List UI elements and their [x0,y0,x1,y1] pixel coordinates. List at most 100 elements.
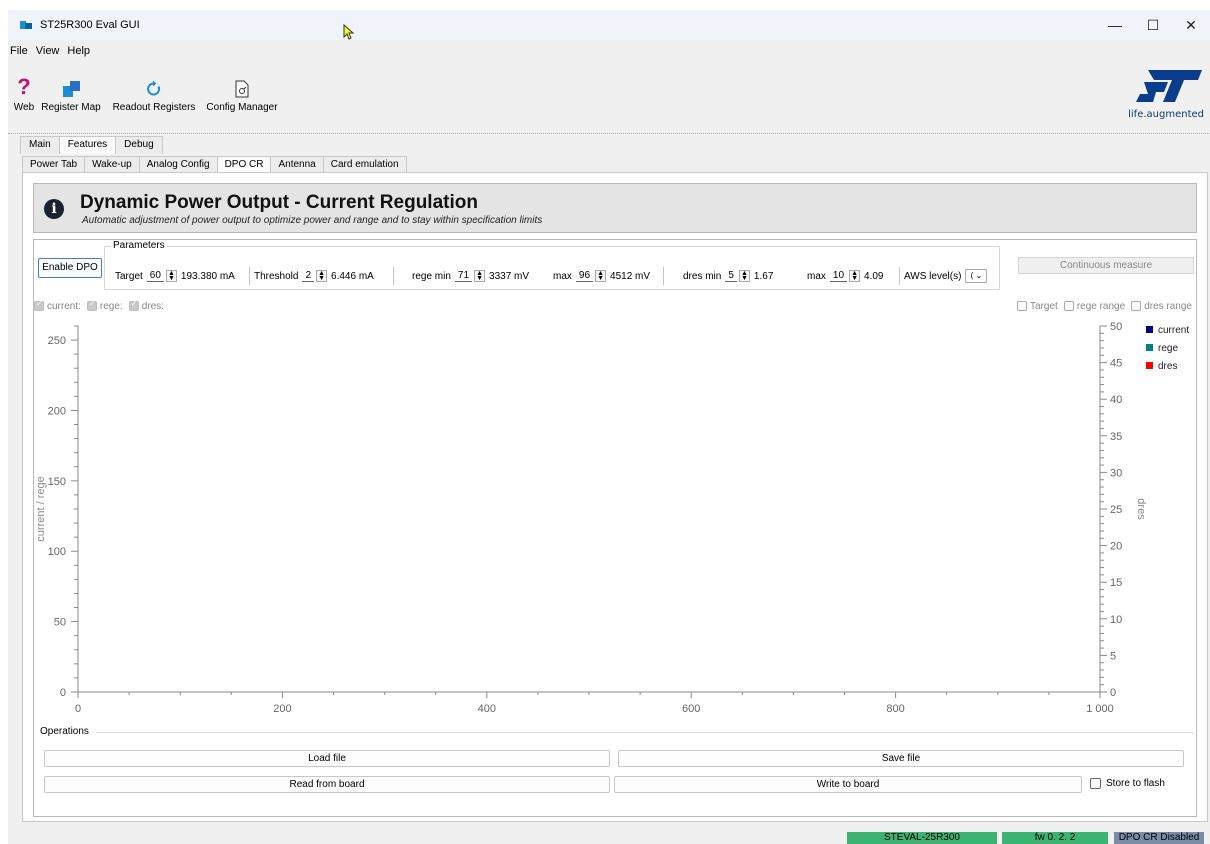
toggle-rege-range[interactable]: rege range [1063,300,1126,312]
toggle-target[interactable]: Target [1017,300,1058,312]
continuous-measure-button[interactable]: Continuous measure [1018,257,1194,274]
minimize-button[interactable]: — [1096,10,1134,40]
app-icon [20,20,32,30]
rege-min-value[interactable]: 71 [454,270,473,282]
menu-view[interactable]: View [32,42,64,60]
checkbox-icon[interactable] [86,299,97,311]
tab-power[interactable]: Power Tab [22,156,86,173]
spin-arrows-icon[interactable]: ▲ ▼ [738,270,750,282]
checkbox-icon[interactable] [1063,301,1074,311]
web-label: Web [13,102,35,113]
toggle-dres[interactable]: dres: [128,299,164,312]
x-tick-label: 800 [886,703,904,715]
chart-svg: 0 50 100 150 200 250 current / rege 0 5 10 15 20 25 3… [35,321,1189,715]
save-file-button[interactable]: Save file [618,750,1184,767]
y-right-tick-label: 10 [1110,614,1122,626]
config-manager-button[interactable]: Config Manager [204,70,280,113]
rege-max-label: max [553,270,572,282]
y-right-tick-label: 20 [1110,541,1122,553]
aws-value: ( [970,271,974,280]
checkbox-icon[interactable] [1090,778,1101,789]
target-label: Target [115,270,143,282]
spin-arrows-icon[interactable]: ▲ ▼ [474,270,486,282]
rege-max-value[interactable]: 96 [575,270,594,282]
info-icon: i [44,199,64,219]
read-from-board-button[interactable]: Read from board [44,776,610,793]
page-subtitle: Automatic adjustment of power output to … [82,215,543,226]
operations-title: Operations [40,726,89,737]
toggle-dres-range[interactable]: dres range [1131,300,1192,312]
dres-min-value[interactable]: 5 [725,270,737,282]
y-left-tick-label: 150 [48,476,66,488]
toggle-current[interactable]: current: [34,299,81,312]
tab-antenna[interactable]: Antenna [270,156,324,173]
threshold-value[interactable]: 2 [302,270,315,282]
y-right-tick-label: 0 [1110,687,1116,699]
y-right-tick-label: 30 [1110,467,1122,479]
st-logo: life.augmented [1112,68,1204,120]
web-button[interactable]: ? Web [10,70,38,114]
readout-registers-button[interactable]: Readout Registers [112,70,196,113]
legend-label-dres: dres [1158,361,1177,372]
toolbar: ? Web Register Map Readout Registers Con… [8,62,1210,134]
toggle-rege[interactable]: rege: [86,299,123,312]
register-map-button[interactable]: Register Map [39,70,103,113]
rege-max-readout: 4512 mV [610,270,651,282]
menu-bar: File View Help [8,42,1210,60]
rege-max-spinbox[interactable]: 96 ▲ ▼ [575,270,607,282]
tab-wake-up[interactable]: Wake-up [84,156,140,173]
y-left-tick-label: 200 [48,405,66,417]
target-field: Target 60 ▲ ▼ 193.380 mA [115,267,235,285]
load-file-button[interactable]: Load file [44,750,610,767]
series-toggles: current: rege: dres: [34,299,170,312]
y-right-axis-label: dres [1135,498,1147,520]
tab-dpo-cr[interactable]: DPO CR [216,156,272,173]
tab-card-emulation[interactable]: Card emulation [322,156,407,173]
enable-dpo-button[interactable]: Enable DPO [38,258,102,278]
toggle-dres-range-label: dres range [1144,300,1192,312]
close-button[interactable]: ✕ [1172,10,1210,40]
status-board: STEVAL-25R300 [847,832,997,844]
y-right-tick-label: 50 [1110,321,1122,333]
legend-label-rege: rege [1158,343,1178,354]
logo-tagline: life.augmented [1128,109,1204,120]
spin-arrows-icon[interactable]: ▲ ▼ [849,270,861,282]
readout-registers-label: Readout Registers [112,102,196,113]
threshold-spinbox[interactable]: 2 ▲ ▼ [302,270,328,282]
toggle-dres-label: dres: [141,300,164,312]
write-to-board-button[interactable]: Write to board [614,776,1082,793]
rege-min-label: rege min [412,270,451,282]
checkbox-icon[interactable] [34,299,44,311]
main-tabs: Main Features Debug [20,136,163,154]
register-map-icon [63,81,80,97]
checkbox-icon[interactable] [128,299,139,311]
spin-arrows-icon[interactable]: ▲ ▼ [165,270,177,282]
help-question-icon: ? [17,74,31,99]
aws-level-combo[interactable]: ( ⌄ [965,269,988,283]
tab-analog-config[interactable]: Analog Config [138,156,218,173]
tab-main[interactable]: Main [20,136,60,154]
dres-min-spinbox[interactable]: 5 ▲ ▼ [725,270,750,282]
tab-debug[interactable]: Debug [115,136,163,154]
sub-tabs: Power Tab Wake-up Analog Config DPO CR A… [22,156,407,173]
toggle-rege-range-label: rege range [1076,300,1126,312]
spin-arrows-icon[interactable]: ▲ ▼ [316,270,328,282]
rege-min-spinbox[interactable]: 71 ▲ ▼ [454,270,486,282]
store-to-flash[interactable]: Store to flash [1090,778,1165,789]
menu-help[interactable]: Help [63,42,94,60]
toggle-rege-label: rege: [99,300,123,312]
maximize-button[interactable]: ☐ [1134,10,1172,40]
parameters-group: Parameters Target 60 ▲ ▼ 193.380 mA Thresh… [104,240,1000,290]
dres-max-spinbox[interactable]: 10 ▲ ▼ [829,270,861,282]
dres-max-value[interactable]: 10 [829,270,848,282]
tab-features[interactable]: Features [58,136,117,154]
checkbox-icon[interactable] [1017,301,1028,311]
menu-file[interactable]: File [8,42,32,60]
page-title: Dynamic Power Output - Current Regulatio… [80,192,478,213]
checkbox-icon[interactable] [1131,301,1142,311]
dres-max-readout: 4.09 [864,270,884,282]
dres-min-readout: 1.67 [753,270,774,282]
target-spinbox[interactable]: 60 ▲ ▼ [146,270,177,282]
spin-arrows-icon[interactable]: ▲ ▼ [595,270,607,282]
target-value[interactable]: 60 [146,270,164,282]
